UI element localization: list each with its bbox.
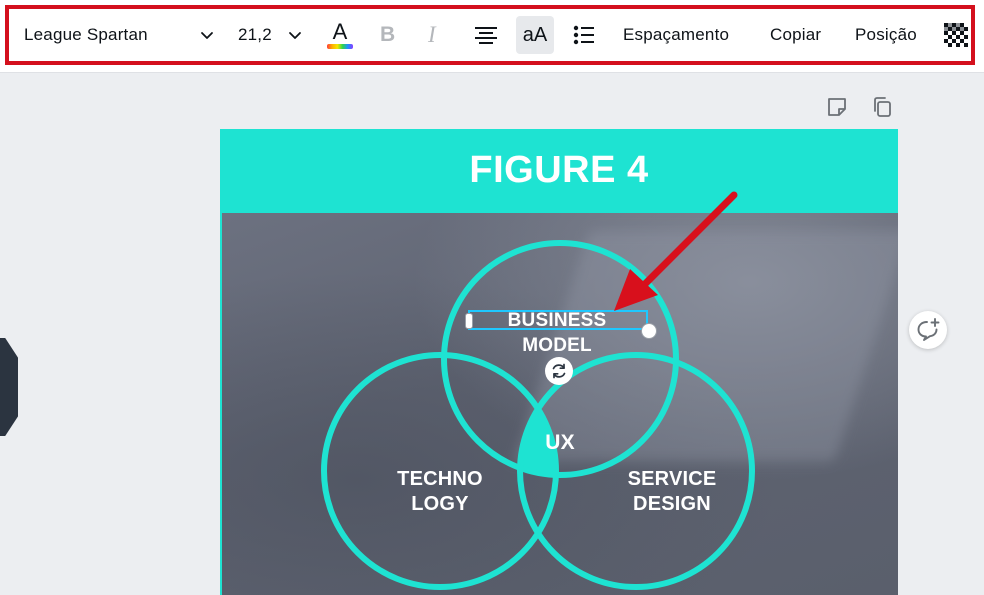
toolbar-highlight-frame xyxy=(5,5,975,65)
notes-icon[interactable] xyxy=(826,96,848,118)
resize-handle-right[interactable] xyxy=(641,323,657,339)
rotate-handle[interactable] xyxy=(545,357,573,385)
red-pointer-arrow xyxy=(614,191,738,311)
label-technology[interactable]: TECHNO LOGY xyxy=(384,467,496,517)
design-page[interactable]: FIGURE 4 BUSINESS MODEL UX TECHNO LOGY S… xyxy=(220,129,898,595)
side-panel-tab[interactable] xyxy=(0,338,18,436)
text-toolbar: League Spartan 21,2 A B I aA Espaçamento… xyxy=(0,0,984,73)
comment-add-icon xyxy=(917,318,940,341)
label-service-design[interactable]: SERVICE DESIGN xyxy=(616,467,728,517)
rotate-icon xyxy=(552,363,566,379)
add-comment-button[interactable] xyxy=(909,311,947,349)
duplicate-icon[interactable] xyxy=(871,96,893,118)
label-ux[interactable]: UX xyxy=(538,430,582,455)
